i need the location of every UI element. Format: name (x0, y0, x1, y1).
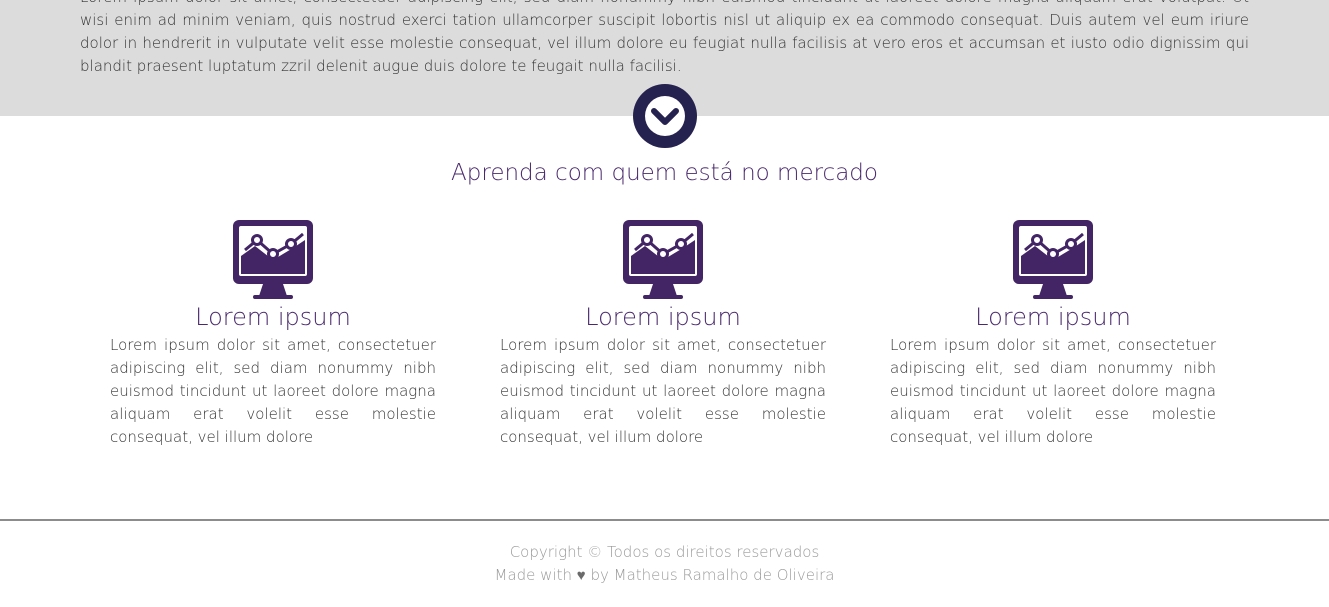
section-title: Aprenda com quem está no mercado (451, 160, 878, 186)
scroll-down-button[interactable] (633, 84, 697, 148)
feature-card: Lorem ipsum Lorem ipsum dolor sit amet, … (110, 218, 436, 449)
monitor-chart-icon (1013, 220, 1093, 299)
card-title: Lorem ipsum (585, 303, 741, 331)
feature-card: Lorem ipsum Lorem ipsum dolor sit amet, … (500, 218, 826, 449)
credits-line: Made with ♥ by Matheus Ramalho de Olivei… (0, 564, 1329, 587)
footer: Copyright © Todos os direitos reservados… (0, 541, 1329, 587)
footer-divider (0, 519, 1329, 521)
card-title: Lorem ipsum (195, 303, 351, 331)
feature-card: Lorem ipsum Lorem ipsum dolor sit amet, … (890, 218, 1216, 449)
author-credit: by Matheus Ramalho de Oliveira (590, 566, 835, 584)
chevron-down-icon (645, 96, 685, 136)
card-text: Lorem ipsum dolor sit amet, consectetuer… (110, 336, 436, 446)
card-text: Lorem ipsum dolor sit amet, consectetuer… (500, 336, 826, 446)
card-text: Lorem ipsum dolor sit amet, consectetuer… (890, 336, 1216, 446)
card-title: Lorem ipsum (975, 303, 1131, 331)
monitor-chart-icon (233, 220, 313, 299)
heart-icon: ♥ (576, 566, 586, 584)
made-with-label: Made with (494, 566, 572, 584)
monitor-chart-icon (623, 220, 703, 299)
intro-text: Lorem ipsum dolor sit amet, consectetuer… (80, 0, 1249, 75)
copyright-text: Copyright © Todos os direitos reservados (509, 543, 820, 561)
